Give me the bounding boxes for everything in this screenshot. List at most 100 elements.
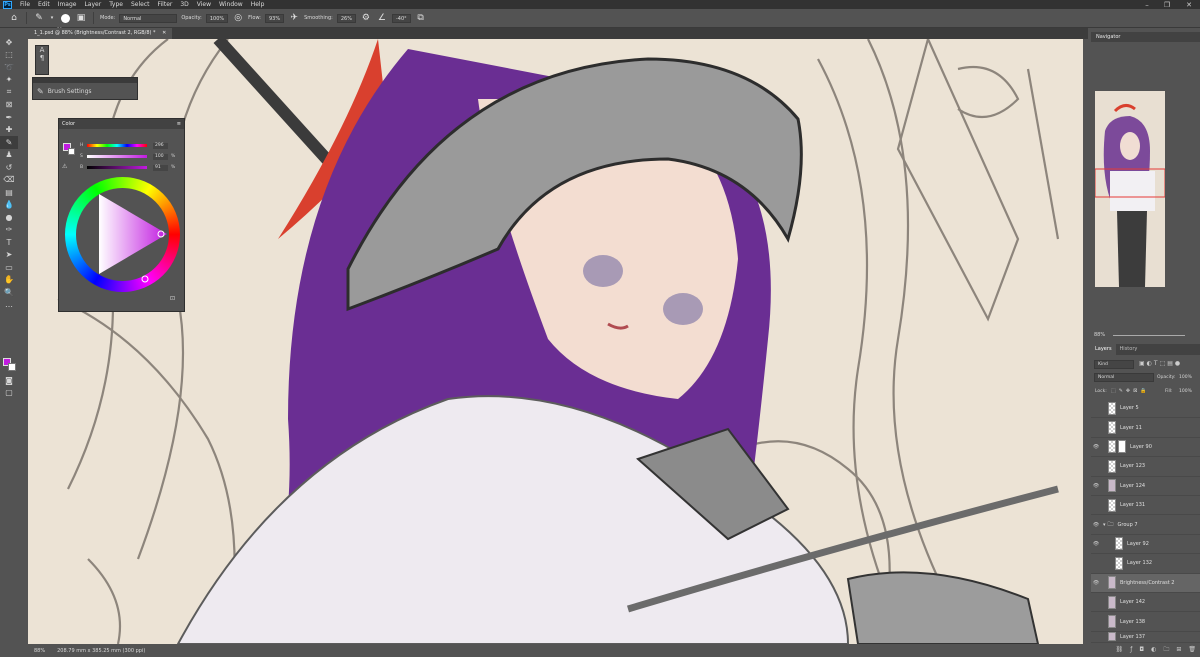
adjustment-layer-icon[interactable]: ◐ [1151, 646, 1156, 653]
character-icon[interactable]: A [36, 46, 48, 54]
gamut-warning-icon[interactable]: ⚠ [62, 163, 67, 170]
tab-history[interactable]: History [1116, 344, 1142, 355]
type-tool-icon[interactable]: T [0, 236, 18, 249]
healing-brush-tool-icon[interactable]: ✚ [0, 124, 18, 137]
menu-help[interactable]: Help [247, 0, 269, 9]
more-tools-icon[interactable]: … [0, 299, 18, 312]
screen-mode-icon[interactable]: ▢ [0, 386, 18, 399]
brush-tool-icon[interactable]: ✎ [33, 12, 45, 24]
tab-layers[interactable]: Layers [1091, 344, 1116, 355]
marquee-tool-icon[interactable]: ⬚ [0, 49, 18, 62]
eye-icon[interactable]: 👁 [1091, 483, 1101, 489]
eye-icon[interactable]: 👁 [1091, 522, 1101, 528]
brightness-value[interactable]: 91 [153, 165, 168, 171]
zoom-readout[interactable]: 88% [34, 648, 45, 654]
layer-fill-input[interactable]: 100% [1179, 389, 1192, 394]
menu-edit[interactable]: Edit [34, 0, 54, 9]
layer-row[interactable]: Layer 123 [1091, 457, 1200, 477]
layer-row[interactable]: Layer 142 [1091, 593, 1200, 613]
eye-icon[interactable]: 👁 [1091, 444, 1101, 450]
navigator-title[interactable]: Navigator [1096, 34, 1120, 40]
menu-type[interactable]: Type [105, 0, 127, 9]
pen-tool-icon[interactable]: ✑ [0, 224, 18, 237]
move-tool-icon[interactable]: ✥ [0, 36, 18, 49]
menu-view[interactable]: View [193, 0, 215, 9]
gradient-tool-icon[interactable]: ▤ [0, 186, 18, 199]
layer-filter-icons[interactable]: ▣◐T⬚▤● [1139, 360, 1182, 367]
color-background-swatch[interactable] [68, 148, 75, 155]
add-mask-icon[interactable]: ◘ [1139, 646, 1144, 653]
saturation-value[interactable]: 100 [153, 154, 168, 160]
lock-icons[interactable]: ⬚✎✥⊠🔒 [1111, 388, 1150, 394]
airbrush-icon[interactable]: ✈ [288, 12, 300, 24]
layer-row[interactable]: 👁 Layer 92 [1091, 535, 1200, 555]
menu-3d[interactable]: 3D [176, 0, 192, 9]
menu-image[interactable]: Image [54, 0, 81, 9]
color-triangle[interactable] [65, 177, 180, 292]
flow-input[interactable]: 93% [265, 13, 285, 23]
hue-value[interactable]: 296 [153, 143, 168, 149]
layer-row[interactable]: 👁 Layer 90 [1091, 438, 1200, 458]
smoothing-gear-icon[interactable]: ⚙ [360, 12, 372, 24]
hue-slider[interactable] [87, 144, 147, 147]
blur-tool-icon[interactable]: 💧 [0, 199, 18, 212]
navigator-thumbnail[interactable] [1095, 91, 1165, 287]
brush-settings-icon[interactable]: ✎ [37, 87, 44, 96]
menu-layer[interactable]: Layer [80, 0, 105, 9]
dropdown-chevron-icon[interactable]: ▾ [49, 12, 55, 24]
pressure-opacity-icon[interactable]: ◎ [232, 12, 244, 24]
brush-settings-toggle-icon[interactable]: ▣ [75, 12, 87, 24]
magic-wand-tool-icon[interactable]: ✦ [0, 74, 18, 87]
paragraph-icon[interactable]: ¶ [36, 54, 48, 62]
zoom-tool-icon[interactable]: 🔍 [0, 286, 18, 299]
brush-tool-icon[interactable]: ✎ [0, 136, 18, 149]
menu-select[interactable]: Select [127, 0, 154, 9]
new-layer-icon[interactable]: ⊞ [1176, 646, 1181, 653]
panel-resize-icon[interactable]: ⊡ [170, 295, 175, 302]
document-tab[interactable]: 1_1.psd @ 88% (Brightness/Contrast 2, RG… [28, 28, 173, 39]
minimize-icon[interactable]: – [1138, 0, 1156, 9]
new-group-icon[interactable]: 🗀 [1163, 645, 1169, 655]
angle-input[interactable]: -40° [391, 13, 411, 23]
symmetry-icon[interactable]: ⧉ [415, 12, 427, 24]
brush-preset-picker[interactable] [59, 12, 71, 24]
quick-mask-icon[interactable]: ◙ [0, 374, 18, 387]
link-layers-icon[interactable]: ⛓ [1116, 646, 1124, 653]
menu-file[interactable]: File [16, 0, 34, 9]
document-canvas[interactable] [28, 39, 1083, 644]
eye-icon[interactable]: 👁 [1091, 580, 1101, 586]
brightness-slider[interactable] [87, 166, 147, 169]
close-icon[interactable]: ✕ [1180, 0, 1198, 9]
eyedropper-tool-icon[interactable]: ✒ [0, 111, 18, 124]
eye-icon[interactable]: 👁 [1091, 541, 1101, 547]
opacity-input[interactable]: 100% [205, 13, 229, 23]
menu-window[interactable]: Window [215, 0, 247, 9]
layer-opacity-input[interactable]: 100% [1179, 375, 1192, 380]
group-row[interactable]: 👁 ▾ 🗀 Group 7 [1091, 515, 1200, 535]
layer-style-icon[interactable]: ƒ [1130, 646, 1132, 653]
lasso-tool-icon[interactable]: ➰ [0, 61, 18, 74]
dodge-tool-icon[interactable]: ● [0, 211, 18, 224]
close-tab-icon[interactable]: ✕ [162, 30, 166, 36]
navigator-zoom[interactable]: 88% [1094, 332, 1105, 338]
path-selection-tool-icon[interactable]: ➤ [0, 249, 18, 262]
panel-menu-icon[interactable]: ≡ [177, 121, 181, 127]
mode-select[interactable]: Normal [119, 13, 178, 23]
layer-row[interactable]: Layer 11 [1091, 418, 1200, 438]
crop-tool-icon[interactable]: ⌗ [0, 86, 18, 99]
layer-row[interactable]: Layer 132 [1091, 554, 1200, 574]
layer-kind-filter[interactable]: Kind [1094, 360, 1134, 369]
color-wheel[interactable] [65, 177, 180, 292]
delete-layer-icon[interactable]: 🗑 [1188, 646, 1196, 653]
group-chevron-icon[interactable]: ▾ [1103, 522, 1106, 528]
clone-stamp-tool-icon[interactable]: ♟ [0, 149, 18, 162]
saturation-slider[interactable] [87, 155, 147, 158]
hand-tool-icon[interactable]: ✋ [0, 274, 18, 287]
layer-row[interactable]: Layer 138 [1091, 612, 1200, 632]
navigator-zoom-slider[interactable] [1113, 335, 1185, 336]
home-icon[interactable]: ⌂ [8, 12, 20, 24]
menu-filter[interactable]: Filter [154, 0, 177, 9]
layer-row-selected[interactable]: 👁 Brightness/Contrast 2 [1091, 573, 1200, 593]
layer-row[interactable]: Layer 5 [1091, 399, 1200, 419]
layer-row[interactable]: 👁 Layer 124 [1091, 477, 1200, 496]
